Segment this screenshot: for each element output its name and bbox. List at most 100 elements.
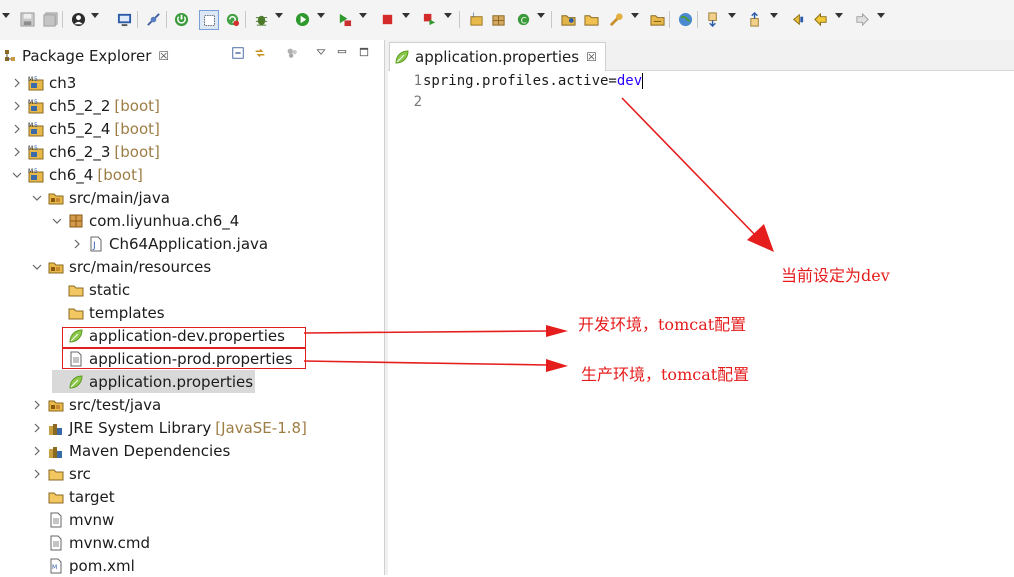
collapsed-chevron-icon[interactable] — [12, 147, 22, 157]
tree-item[interactable]: target — [32, 485, 115, 508]
refresh-icon[interactable] — [223, 10, 241, 28]
run-icon[interactable] — [293, 10, 311, 28]
tree-item[interactable]: mvnw — [32, 508, 114, 531]
new-class-icon[interactable]: C — [514, 10, 532, 28]
tab-package-explorer[interactable]: Package Explorer ☒ — [4, 43, 169, 69]
stop-dropdown-icon[interactable] — [402, 13, 410, 18]
view-menu-icon[interactable] — [313, 46, 329, 62]
profile-dropdown-icon[interactable] — [91, 13, 99, 18]
profile-icon[interactable] — [69, 10, 87, 28]
tree-item[interactable]: templates — [52, 301, 165, 324]
collapsed-chevron-icon[interactable] — [12, 78, 22, 88]
open-perspective-icon[interactable] — [648, 10, 666, 28]
maximize-icon[interactable] — [356, 46, 372, 62]
tree-item-label: ch6_2_3 — [49, 142, 111, 161]
tree-item[interactable]: M 5 ch5_2_2 [boot] — [12, 94, 160, 117]
back-dropdown-icon[interactable] — [835, 13, 843, 18]
stop-icon[interactable] — [378, 10, 396, 28]
coverage-icon[interactable] — [420, 10, 438, 28]
tree-item[interactable]: JRE System Library [JavaSE-1.8] — [32, 416, 307, 439]
tree-item[interactable]: M 5 ch3 — [12, 71, 76, 94]
toolbar-separator — [166, 11, 167, 28]
svg-text:M: M — [52, 564, 57, 571]
run-external-dropdown-icon[interactable] — [359, 13, 367, 18]
open-task-icon[interactable] — [582, 10, 600, 28]
spring-boot-dashboard-icon[interactable] — [172, 10, 190, 28]
svg-text:5: 5 — [34, 99, 38, 106]
search-icon[interactable] — [607, 10, 625, 28]
last-edit-icon[interactable] — [788, 10, 806, 28]
tab-application-properties[interactable]: application.properties ☒ — [389, 42, 606, 71]
tree-item[interactable]: M 5 ch6_4 [boot] — [12, 163, 143, 186]
close-icon[interactable]: ☒ — [158, 49, 169, 63]
code-line[interactable]: spring.profiles.active=dev — [423, 73, 644, 89]
tree-item[interactable]: Mpom.xml — [32, 554, 135, 577]
collapsed-chevron-icon[interactable] — [12, 101, 22, 111]
previous-annotation-dropdown-icon[interactable] — [770, 13, 778, 18]
minimize-icon[interactable] — [334, 46, 350, 62]
expanded-chevron-icon[interactable] — [32, 193, 42, 203]
run-dropdown-icon[interactable] — [317, 13, 325, 18]
tree-item-label: mvnw.cmd — [69, 533, 151, 552]
toggle-selection-icon[interactable] — [199, 10, 219, 30]
focus-active-task-icon[interactable] — [284, 46, 300, 62]
tree-item-label: com.liyunhua.ch6_4 — [89, 211, 240, 230]
expanded-chevron-icon[interactable] — [12, 170, 22, 180]
source-folder-icon — [48, 259, 64, 275]
collapsed-chevron-icon[interactable] — [72, 239, 82, 249]
new-java-project-icon[interactable]: J — [467, 10, 485, 28]
collapsed-chevron-icon[interactable] — [32, 469, 42, 479]
svg-text:M: M — [28, 99, 33, 106]
tree-item[interactable]: M 5 ch5_2_4 [boot] — [12, 117, 160, 140]
tree-item-decoration: [boot] — [97, 165, 143, 184]
collapse-all-icon[interactable] — [230, 46, 246, 62]
skip-breakpoints-icon[interactable] — [144, 10, 162, 28]
previous-annotation-icon[interactable] — [746, 10, 764, 28]
new-dropdown-icon[interactable] — [2, 13, 10, 18]
coverage-dropdown-icon[interactable] — [444, 13, 452, 18]
tree-item[interactable]: mvnw.cmd — [32, 531, 150, 554]
tree-item[interactable]: src/test/java — [32, 393, 161, 416]
editor-tab-label: application.properties — [415, 48, 580, 66]
tree-item[interactable]: src/main/resources — [32, 255, 211, 278]
forward-icon[interactable] — [853, 10, 871, 28]
new-class-dropdown-icon[interactable] — [537, 13, 545, 18]
expanded-chevron-icon[interactable] — [52, 216, 62, 226]
debug-icon[interactable] — [252, 10, 270, 28]
tree-item[interactable]: application.properties — [52, 370, 256, 393]
link-with-editor-icon[interactable] — [252, 46, 268, 62]
svg-text:5: 5 — [34, 122, 38, 129]
next-annotation-icon[interactable] — [704, 10, 722, 28]
tree-item[interactable]: J Ch64Application.java — [72, 232, 268, 255]
collapsed-chevron-icon[interactable] — [12, 124, 22, 134]
tree-item[interactable]: src — [32, 462, 91, 485]
tree-item[interactable]: com.liyunhua.ch6_4 — [52, 209, 239, 232]
globe-icon[interactable] — [676, 10, 694, 28]
annotation-current-setting: 当前设定为dev — [781, 266, 890, 285]
next-annotation-dropdown-icon[interactable] — [728, 13, 736, 18]
collapsed-chevron-icon[interactable] — [32, 400, 42, 410]
search-dropdown-icon[interactable] — [631, 13, 639, 18]
debug-dropdown-icon[interactable] — [275, 13, 283, 18]
maven-project-icon: M5 — [28, 144, 44, 160]
collapsed-chevron-icon[interactable] — [32, 446, 42, 456]
tree-item[interactable]: src/main/java — [32, 186, 170, 209]
save-icon[interactable] — [18, 10, 36, 28]
new-package-icon[interactable] — [489, 10, 507, 28]
tree-item[interactable]: Maven Dependencies — [32, 439, 230, 462]
svg-text:5: 5 — [34, 168, 38, 175]
collapsed-chevron-icon[interactable] — [32, 423, 42, 433]
text-file-icon — [48, 512, 64, 528]
save-all-icon[interactable] — [41, 10, 59, 28]
tree-item-label: static — [89, 280, 131, 299]
close-icon[interactable]: ☒ — [586, 50, 597, 64]
toolbar-separator — [697, 11, 698, 28]
expanded-chevron-icon[interactable] — [32, 262, 42, 272]
terminal-icon[interactable] — [115, 10, 133, 28]
run-external-icon[interactable] — [335, 10, 353, 28]
tree-item[interactable]: M 5 ch6_2_3 [boot] — [12, 140, 160, 163]
open-type-icon[interactable] — [559, 10, 577, 28]
back-icon[interactable] — [811, 10, 829, 28]
forward-dropdown-icon[interactable] — [877, 13, 885, 18]
tree-item[interactable]: static — [52, 278, 130, 301]
